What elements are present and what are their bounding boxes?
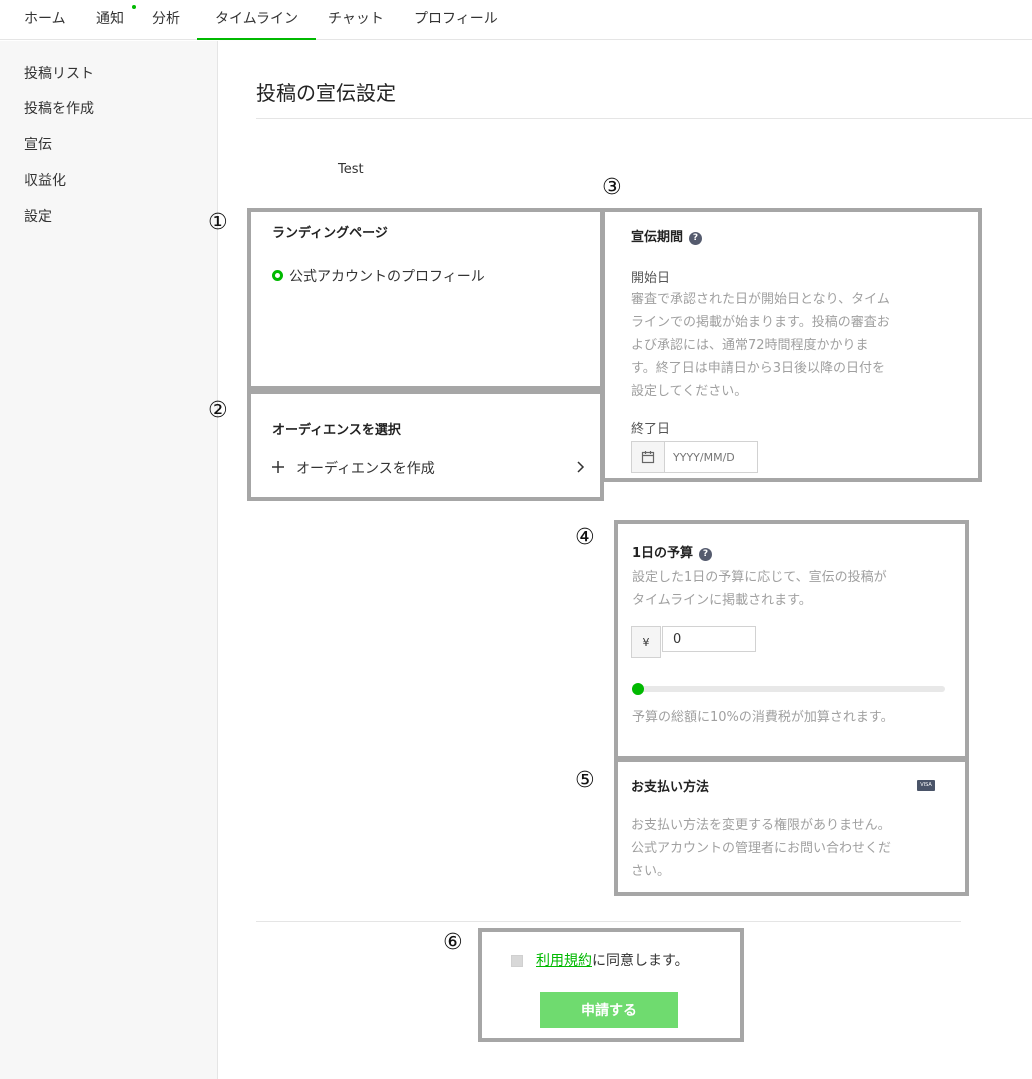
description-line: よび承認には、通常72時間程度かかりま xyxy=(631,338,869,353)
description-line: タイムラインに掲載されます。 xyxy=(632,593,812,608)
audience-title: オーディエンスを選択 xyxy=(272,423,401,438)
annotation-number-4: ④ xyxy=(575,525,595,550)
annotation-number-3: ③ xyxy=(602,175,622,200)
end-date-label: 終了日 xyxy=(631,422,671,437)
tax-note: 予算の総額に10%の消費税が加算されます。 xyxy=(632,710,894,725)
landing-page-title: ランディングページ xyxy=(272,226,388,241)
help-icon[interactable]: ? xyxy=(689,232,703,245)
sidebar-item-monetization[interactable]: 収益化 xyxy=(24,170,66,190)
tab-chat[interactable]: チャット xyxy=(328,0,384,40)
tab-label: タイムライン xyxy=(214,11,299,27)
chevron-right-icon xyxy=(577,461,585,473)
tab-timeline[interactable]: タイムライン xyxy=(197,0,316,40)
payment-method-description: お支払い方法を変更する権限がありません。 公式アカウントの管理者にお問い合わせく… xyxy=(631,814,891,883)
daily-budget-description: 設定した1日の予算に応じて、宣伝の投稿が タイムラインに掲載されます。 xyxy=(632,566,887,612)
payment-method-title: お支払い方法 xyxy=(631,780,710,795)
tab-label: 分析 xyxy=(152,11,180,27)
promotion-period-section: 宣伝期間? 開始日 審査で承認された日が開始日となり、タイム ラインでの掲載が始… xyxy=(601,208,982,482)
daily-budget-title-text: 1日の予算 xyxy=(632,546,694,561)
create-audience-button[interactable]: オーディエンスを作成 xyxy=(272,454,592,484)
landing-option-label[interactable]: 公式アカウントのプロフィール xyxy=(289,266,485,286)
post-name: Test xyxy=(338,162,364,177)
divider xyxy=(256,921,961,922)
description-line: 設定してください。 xyxy=(631,384,748,399)
end-date-picker[interactable] xyxy=(631,441,758,473)
tab-label: プロフィール xyxy=(414,11,498,27)
divider xyxy=(256,118,1032,119)
sidebar-item-create-post[interactable]: 投稿を作成 xyxy=(24,98,94,118)
start-date-description: 審査で承認された日が開始日となり、タイム ラインでの掲載が始まります。投稿の審査… xyxy=(631,288,890,403)
audience-section: オーディエンスを選択 オーディエンスを作成 xyxy=(247,390,604,501)
calendar-button[interactable] xyxy=(632,442,665,472)
description-line: お支払い方法を変更する権限がありません。 xyxy=(631,818,891,833)
submit-button[interactable]: 申請する xyxy=(540,992,678,1028)
tab-profile[interactable]: プロフィール xyxy=(414,0,498,40)
top-navigation: ホーム 通知 分析 タイムライン チャット プロフィール xyxy=(0,0,1032,40)
help-icon[interactable]: ? xyxy=(699,548,713,561)
budget-slider[interactable] xyxy=(632,683,945,695)
annotation-number-6: ⑥ xyxy=(443,930,463,955)
radio-selected-icon[interactable] xyxy=(272,270,283,281)
description-line: 審査で承認された日が開始日となり、タイム xyxy=(631,292,890,307)
annotation-number-1: ① xyxy=(208,210,228,235)
sidebar-item-post-list[interactable]: 投稿リスト xyxy=(24,63,94,83)
annotation-number-2: ② xyxy=(208,398,228,423)
sidebar-item-settings[interactable]: 設定 xyxy=(24,206,52,226)
daily-budget-section: 1日の予算? 設定した1日の予算に応じて、宣伝の投稿が タイムラインに掲載されま… xyxy=(614,520,969,760)
description-line: 公式アカウントの管理者にお問い合わせくだ xyxy=(631,841,892,856)
page-title: 投稿の宣伝設定 xyxy=(256,81,396,105)
terms-agreement-text: 利用規約に同意します。 xyxy=(536,950,689,970)
description-line: さい。 xyxy=(631,864,671,879)
terms-checkbox[interactable] xyxy=(511,955,523,967)
currency-symbol: ¥ xyxy=(631,626,661,658)
end-date-input[interactable] xyxy=(665,442,757,472)
daily-budget-input[interactable] xyxy=(662,626,756,652)
tab-label: 通知 xyxy=(96,11,124,27)
description-line: す。終了日は申請日から3日後以降の日付を xyxy=(631,361,885,376)
annotation-number-5: ⑤ xyxy=(575,768,595,793)
budget-slider-handle[interactable] xyxy=(632,683,644,695)
terms-link[interactable]: 利用規約 xyxy=(536,953,592,969)
daily-budget-title: 1日の予算? xyxy=(632,542,713,561)
plus-icon xyxy=(272,461,284,473)
sidebar: 投稿リスト 投稿を作成 宣伝 収益化 設定 xyxy=(0,41,218,1079)
visa-card-icon: VISA xyxy=(917,780,935,791)
description-line: ラインでの掲載が始まります。投稿の審査お xyxy=(631,315,890,330)
calendar-icon xyxy=(641,451,655,464)
promotion-period-title: 宣伝期間? xyxy=(631,226,703,245)
tab-analytics[interactable]: 分析 xyxy=(152,0,180,40)
landing-page-section: ランディングページ 公式アカウントのプロフィール xyxy=(247,208,604,390)
promotion-period-title-text: 宣伝期間 xyxy=(631,230,684,245)
payment-method-section: お支払い方法 VISA お支払い方法を変更する権限がありません。 公式アカウント… xyxy=(614,758,969,896)
tab-notifications[interactable]: 通知 xyxy=(96,0,136,40)
tab-label: チャット xyxy=(328,11,384,27)
sidebar-item-promotion[interactable]: 宣伝 xyxy=(24,134,52,154)
create-audience-label: オーディエンスを作成 xyxy=(296,461,435,477)
notification-dot xyxy=(132,5,136,9)
agreement-section: 利用規約に同意します。 申請する xyxy=(478,928,744,1042)
tab-label: ホーム xyxy=(24,11,66,27)
start-date-label: 開始日 xyxy=(631,271,671,286)
description-line: 設定した1日の予算に応じて、宣伝の投稿が xyxy=(632,570,887,585)
tab-home[interactable]: ホーム xyxy=(24,0,66,40)
terms-agreement-suffix: に同意します。 xyxy=(592,953,689,969)
